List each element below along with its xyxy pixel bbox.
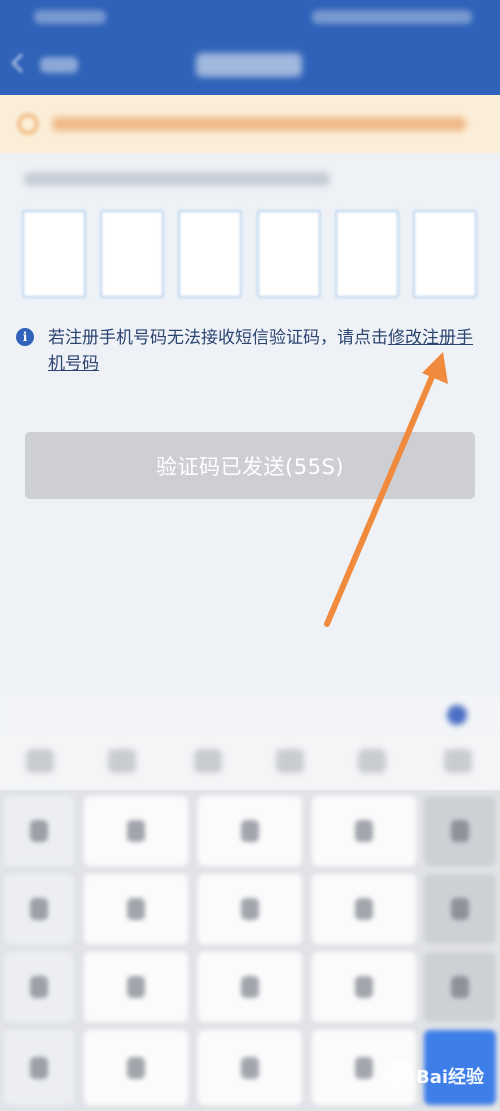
emoji-icon[interactable] [358,749,386,773]
keyboard-tool-icon[interactable] [26,749,54,773]
keyboard-symbol-key[interactable] [4,796,74,866]
code-digit-box[interactable] [100,210,164,298]
keyboard-toolbar [0,735,500,790]
watermark: Bai经验 [382,1055,496,1095]
verification-code-input[interactable] [22,210,478,300]
code-digit-box[interactable] [22,210,86,298]
code-sent-hint [24,172,330,186]
keyboard-digit-key[interactable] [84,952,188,1022]
keyboard-function-key[interactable] [424,874,496,944]
keyboard-digit-key[interactable] [198,796,302,866]
chevron-left-icon [11,53,31,73]
keyboard-digit-key[interactable] [198,952,302,1022]
keyboard-digit-key[interactable] [198,874,302,944]
resend-code-button[interactable]: 验证码已发送(55S) [25,432,475,499]
keyboard-candidate-bar [0,695,500,735]
info-icon: i [16,328,34,346]
keyboard-symbol-key[interactable] [4,874,74,944]
keyboard-digit-key[interactable] [312,874,416,944]
notice-text [52,117,466,131]
code-digit-box[interactable] [257,210,321,298]
keyboard-symbol-key[interactable] [4,1030,74,1105]
back-button[interactable] [11,53,84,77]
backspace-key[interactable] [424,796,496,866]
keyboard-hide-icon[interactable] [444,749,472,773]
keyboard-digit-key[interactable] [84,796,188,866]
keyboard-tool-icon[interactable] [108,749,136,773]
paw-logo-icon [382,1059,414,1089]
keyboard-digit-key[interactable] [312,952,416,1022]
keyboard-badge-icon [447,705,467,725]
keyboard-symbol-key[interactable] [4,952,74,1022]
keyboard-digit-key[interactable] [198,1030,302,1105]
code-digit-box[interactable] [413,210,477,298]
microphone-icon[interactable] [194,749,222,773]
keyboard-digit-key[interactable] [312,796,416,866]
code-digit-box[interactable] [178,210,242,298]
back-label [40,57,78,73]
nav-bar [0,35,500,95]
notice-banner [0,95,500,153]
watermark-text: Bai经验 [416,1067,485,1088]
keyboard-digit-key[interactable] [84,874,188,944]
code-digit-box[interactable] [335,210,399,298]
status-bar [0,0,500,35]
info-message: 若注册手机号码无法接收短信验证码，请点击修改注册手机号码 [48,325,488,377]
cursor-move-icon[interactable] [276,749,304,773]
info-message-text: 若注册手机号码无法接收短信验证码，请点击 [48,328,388,348]
keyboard-function-key[interactable] [424,952,496,1022]
page-title [196,53,302,77]
warning-icon [18,114,38,134]
keyboard-symbol-key[interactable] [84,1030,188,1105]
